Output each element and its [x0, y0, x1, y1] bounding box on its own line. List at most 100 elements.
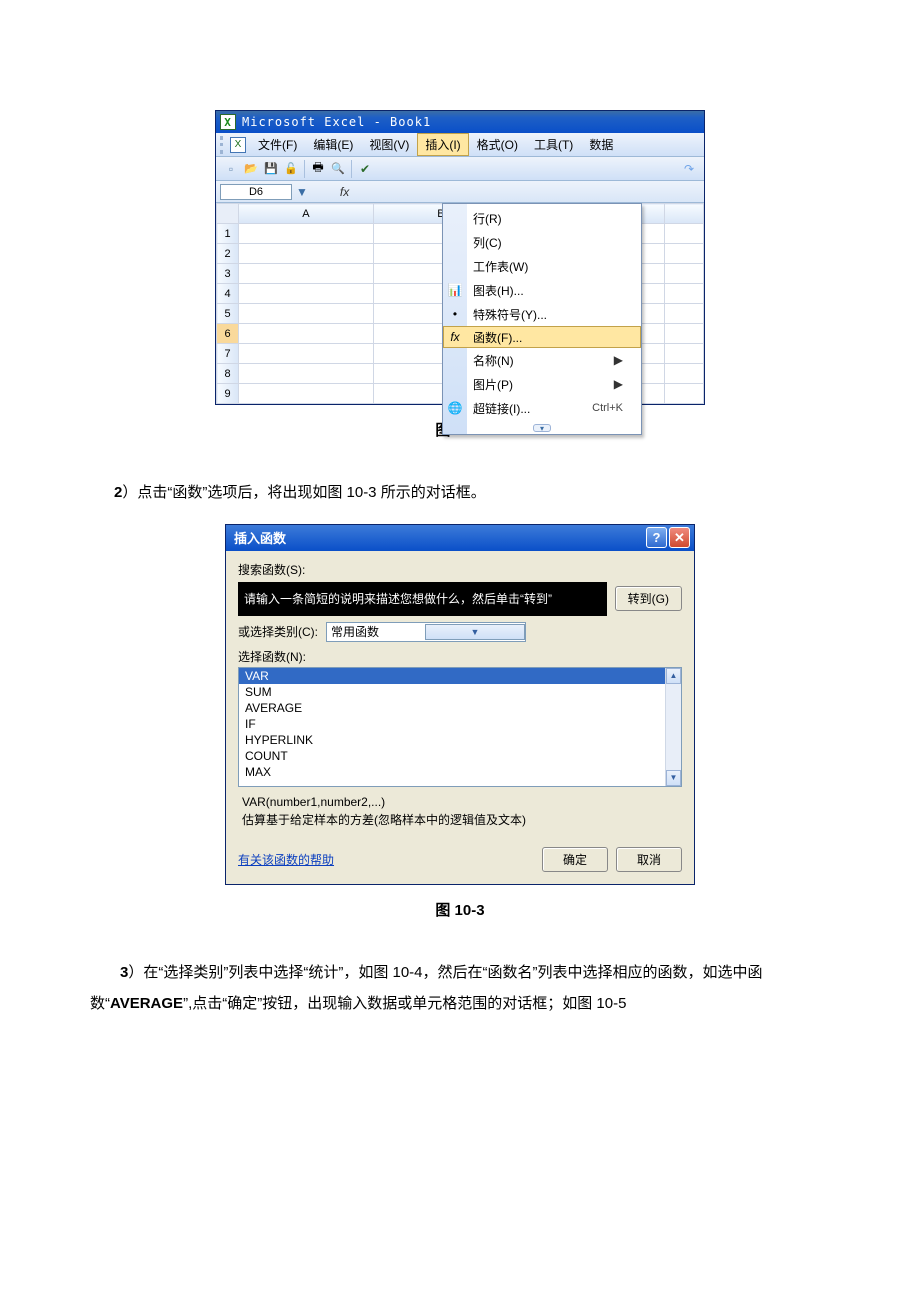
menu-insert[interactable]: 插入(I) [417, 133, 468, 156]
col-header-blank[interactable] [664, 204, 703, 224]
insert-menu-item[interactable]: 图片(P) ▶ [443, 372, 641, 396]
save-icon[interactable] [262, 160, 280, 178]
menu-expand-row[interactable]: ▾ [443, 422, 641, 434]
excel-namebox-row: D6 ▼ fx [216, 181, 704, 203]
print-icon[interactable] [309, 160, 327, 178]
chevron-down-icon[interactable]: ▾ [533, 424, 551, 432]
category-label: 或选择类别(C): [238, 623, 318, 640]
scroll-down-icon[interactable]: ▼ [666, 770, 681, 786]
menu-item-label: 特殊符号(Y)... [473, 306, 547, 323]
function-list-item[interactable]: HYPERLINK [239, 732, 665, 748]
menu-item-icon: • [447, 307, 463, 321]
insert-menu-item[interactable]: 📊 图表(H)... [443, 278, 641, 302]
submenu-arrow-icon: ▶ [614, 353, 623, 367]
insert-menu-item[interactable]: 行(R) [443, 206, 641, 230]
permission-icon[interactable] [282, 160, 300, 178]
menu-edit[interactable]: 编辑(E) [305, 133, 361, 156]
menu-item-icon: 🌐 [447, 401, 463, 415]
insert-menu-item[interactable]: • 特殊符号(Y)... [443, 302, 641, 326]
insert-menu-item[interactable]: 工作表(W) [443, 254, 641, 278]
print-preview-icon[interactable] [329, 160, 347, 178]
excel-titlebar: X Microsoft Excel - Book1 [216, 111, 704, 133]
fx-icon[interactable]: fx [340, 185, 349, 199]
excel-title-text: Microsoft Excel - Book1 [242, 115, 431, 129]
help-button[interactable]: ? [646, 527, 667, 548]
function-list-item[interactable]: COUNT [239, 748, 665, 764]
menu-item-label: 图表(H)... [473, 282, 524, 299]
toolbar-grip-icon [220, 136, 226, 154]
menu-view[interactable]: 视图(V) [361, 133, 417, 156]
row-header[interactable]: 5 [217, 304, 239, 324]
row-header[interactable]: 4 [217, 284, 239, 304]
menu-item-label: 函数(F)... [473, 329, 522, 346]
function-list-item[interactable]: MAX [239, 764, 665, 780]
menu-item-label: 名称(N) [473, 352, 514, 369]
row-header[interactable]: 7 [217, 344, 239, 364]
submenu-arrow-icon: ▶ [614, 377, 623, 391]
excel-window: X Microsoft Excel - Book1 X 文件(F) 编辑(E) … [215, 110, 705, 405]
dialog-title-text: 插入函数 [234, 528, 286, 547]
namebox-dropdown-icon[interactable]: ▼ [296, 185, 308, 199]
function-help-link[interactable]: 有关该函数的帮助 [238, 851, 334, 868]
menu-item-label: 行(R) [473, 210, 502, 227]
toolbar-separator [351, 160, 352, 178]
menu-item-icon: fx [447, 330, 463, 344]
category-value: 常用函数 [327, 623, 425, 640]
menu-item-label: 列(C) [473, 234, 502, 251]
insert-menu-item[interactable]: 🌐 超链接(I)... Ctrl+K [443, 396, 641, 420]
spellcheck-icon[interactable] [356, 160, 374, 178]
dialog-titlebar: 插入函数 ? ✕ [226, 525, 694, 551]
function-summary: 估算基于给定样本的方差(忽略样本中的逻辑值及文本) [242, 811, 678, 829]
insert-menu-item[interactable]: 列(C) [443, 230, 641, 254]
body-paragraph-3: 3）在“选择类别”列表中选择“统计”，如图 10-4，然后在“函数名”列表中选择… [90, 957, 830, 1020]
excel-toolbar [216, 157, 704, 181]
name-box[interactable]: D6 [220, 184, 292, 200]
excel-app-icon: X [220, 114, 236, 130]
toolbar-separator [304, 160, 305, 178]
row-header[interactable]: 8 [217, 364, 239, 384]
go-button[interactable]: 转到(G) [615, 586, 682, 611]
function-list-item[interactable]: IF [239, 716, 665, 732]
row-header-selected[interactable]: 6 [217, 324, 239, 344]
menu-item-label: 超链接(I)... [473, 400, 530, 417]
menu-item-label: 工作表(W) [473, 258, 528, 275]
scroll-up-icon[interactable]: ▲ [666, 668, 681, 684]
menu-format[interactable]: 格式(O) [469, 133, 526, 156]
menu-file[interactable]: 文件(F) [250, 133, 305, 156]
row-header[interactable]: 3 [217, 264, 239, 284]
menu-shortcut: Ctrl+K [592, 402, 623, 414]
row-header[interactable]: 9 [217, 384, 239, 404]
function-signature: VAR(number1,number2,...) [242, 793, 678, 811]
function-description: VAR(number1,number2,...) 估算基于给定样本的方差(忽略样… [238, 787, 682, 843]
excel-menubar: X 文件(F) 编辑(E) 视图(V) 插入(I) 格式(O) 工具(T) 数据 [216, 133, 704, 157]
cancel-button[interactable]: 取消 [616, 847, 682, 872]
open-file-icon[interactable] [242, 160, 260, 178]
row-header[interactable]: 2 [217, 244, 239, 264]
document-icon: X [230, 137, 246, 153]
menu-data[interactable]: 数据 [581, 133, 621, 156]
category-combobox[interactable]: 常用函数 ▼ [326, 622, 526, 642]
row-header[interactable]: 1 [217, 224, 239, 244]
select-function-label: 选择函数(N): [238, 648, 682, 665]
menu-tools[interactable]: 工具(T) [526, 133, 581, 156]
function-list-item[interactable]: AVERAGE [239, 700, 665, 716]
insert-menu-item[interactable]: 名称(N) ▶ [443, 348, 641, 372]
menu-item-label: 图片(P) [473, 376, 513, 393]
body-paragraph-2: 2）点击“函数”选项后，将出现如图 10-3 所示的对话框。 [90, 477, 830, 509]
function-listbox[interactable]: VARSUMAVERAGEIFHYPERLINKCOUNTMAX ▲ ▼ [238, 667, 682, 787]
function-list-item[interactable]: VAR [239, 668, 665, 684]
para-text: ）点击“函数”选项后，将出现如图 10-3 所示的对话框。 [122, 484, 485, 501]
redo-icon[interactable] [680, 160, 698, 178]
para-text: ”,点击“确定”按钮，出现输入数据或单元格范围的对话框；如图 10-5 [183, 995, 626, 1012]
combobox-dropdown-icon[interactable]: ▼ [425, 624, 525, 640]
listbox-scrollbar[interactable]: ▲ ▼ [665, 668, 681, 786]
insert-menu-item[interactable]: fx 函数(F)... [443, 326, 641, 348]
menu-item-icon: 📊 [447, 283, 463, 297]
new-file-icon[interactable] [222, 160, 240, 178]
col-header-a[interactable]: A [239, 204, 374, 224]
ok-button[interactable]: 确定 [542, 847, 608, 872]
search-function-input[interactable]: 请输入一条简短的说明来描述您想做什么，然后单击“转到” [238, 582, 607, 616]
select-all-corner[interactable] [217, 204, 239, 224]
close-button[interactable]: ✕ [669, 527, 690, 548]
function-list-item[interactable]: SUM [239, 684, 665, 700]
